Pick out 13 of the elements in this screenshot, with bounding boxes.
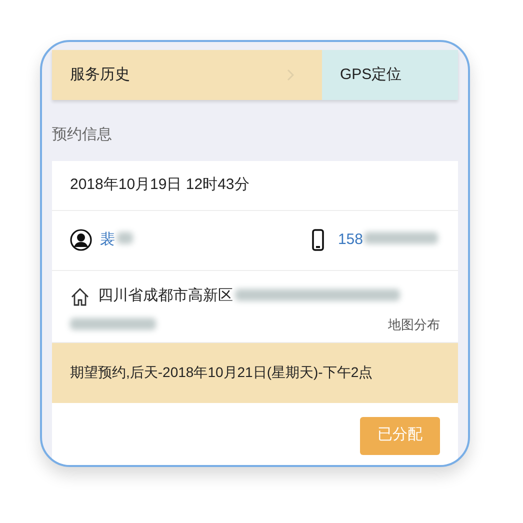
address: 四川省成都市高新区 — [98, 286, 233, 306]
map-link[interactable]: 地图分布 — [388, 314, 440, 334]
appointment-datetime: 2018年10月19日 12时43分 — [70, 174, 250, 195]
expected-appointment: 期望预约,后天-2018年10月21日(星期天)-下午2点 — [70, 363, 373, 382]
mobile-phone-icon — [312, 229, 324, 251]
section-title: 预约信息 — [52, 125, 113, 145]
house-icon — [70, 286, 90, 306]
phone-number[interactable]: 158 — [338, 228, 363, 252]
tab[interactable]: GPS定位 — [322, 50, 458, 100]
person-icon — [70, 229, 92, 251]
contact-name[interactable]: 裴 — [100, 228, 115, 252]
blurred-text — [117, 232, 133, 244]
tab[interactable]: 服务历史 — [52, 50, 322, 100]
